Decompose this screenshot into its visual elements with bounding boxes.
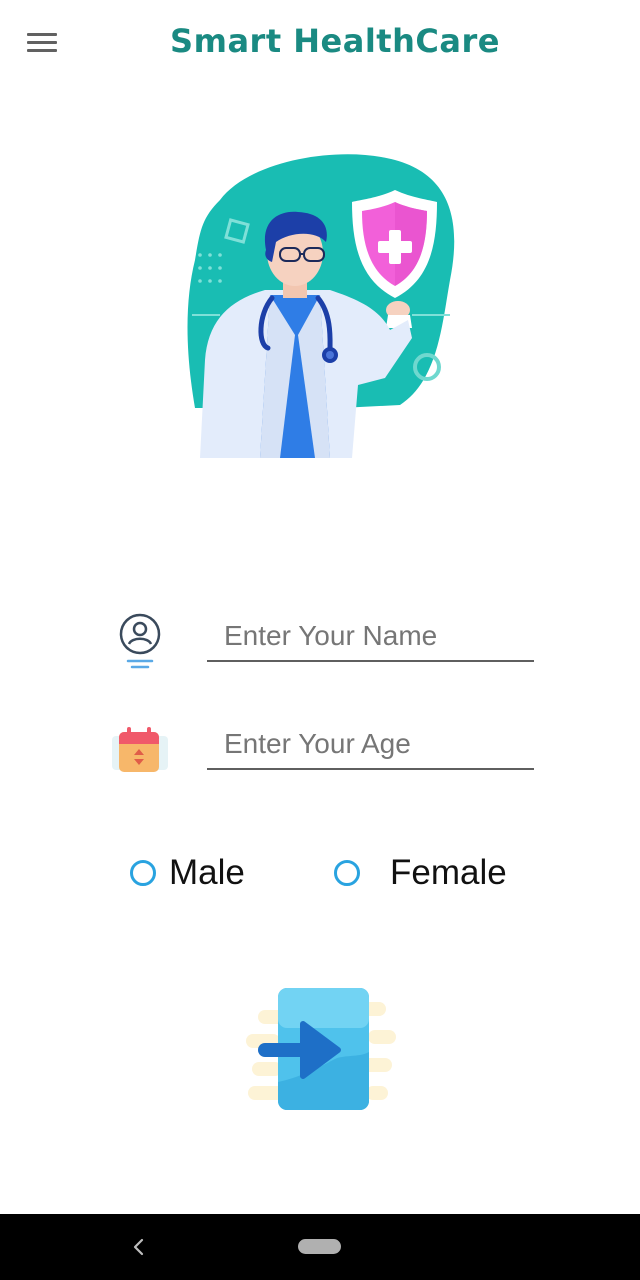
age-field: [207, 720, 534, 770]
doctor-illustration: [180, 150, 470, 470]
hamburger-menu-icon[interactable]: [22, 26, 62, 60]
app-title: Smart HealthCare: [170, 22, 500, 60]
age-row: [100, 708, 540, 788]
female-radio[interactable]: Female: [334, 848, 507, 898]
female-radio-circle[interactable]: [334, 860, 360, 886]
male-label: Male: [169, 853, 245, 892]
male-radio-circle[interactable]: [130, 860, 156, 886]
user-profile-icon: [110, 610, 170, 670]
login-arrow-icon[interactable]: [238, 982, 398, 1118]
app-bar: Smart HealthCare: [0, 0, 640, 86]
gender-radio-group: Male Female: [0, 848, 640, 898]
home-pill-icon[interactable]: [298, 1239, 341, 1254]
female-label: Female: [390, 853, 507, 892]
name-row: [100, 600, 540, 680]
male-radio[interactable]: Male: [130, 848, 245, 898]
age-input[interactable]: [207, 720, 534, 768]
name-input[interactable]: [207, 612, 534, 660]
calendar-icon: [110, 718, 170, 778]
name-field: [207, 612, 534, 662]
back-chevron-icon[interactable]: [128, 1236, 150, 1258]
